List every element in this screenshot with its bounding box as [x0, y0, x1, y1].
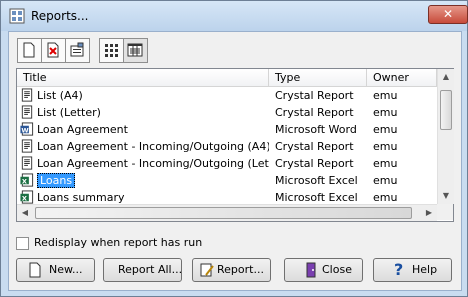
list-item[interactable]: List (A4) Crystal Report emu	[17, 87, 437, 104]
help-icon: ?	[394, 260, 404, 279]
scroll-left-arrow[interactable]: ◀	[17, 205, 33, 221]
crystal-report-icon	[21, 105, 33, 119]
report-all-button[interactable]: Report All...	[103, 258, 182, 282]
properties-toolbar-button[interactable]	[65, 38, 90, 63]
reports-list[interactable]: Title Type Owner List (A4) Crystal Report…	[16, 68, 454, 222]
large-icons-view-icon	[105, 44, 118, 57]
window-title: Reports...	[31, 9, 89, 23]
scroll-up-arrow[interactable]: ▲	[438, 69, 454, 85]
row-type: Crystal Report	[275, 89, 354, 102]
close-button[interactable]: Close	[284, 258, 363, 282]
large-icons-view-button[interactable]	[99, 38, 124, 63]
row-owner: emu	[373, 157, 398, 170]
delete-document-icon	[47, 42, 59, 58]
row-title: Loans	[37, 172, 269, 189]
horizontal-scroll-thumb[interactable]	[35, 207, 412, 219]
svg-text:X: X	[22, 177, 27, 185]
scroll-down-arrow[interactable]: ▼	[438, 188, 454, 204]
window-close-button[interactable]: ✕	[428, 5, 468, 24]
vertical-scrollbar[interactable]: ▲ ▼	[437, 69, 454, 204]
row-title: List (A4)	[37, 89, 83, 102]
word-document-icon: W	[20, 122, 34, 136]
new-button[interactable]: New...	[16, 258, 95, 282]
row-type: Crystal Report	[275, 157, 354, 170]
row-type: Microsoft Word	[275, 123, 357, 136]
row-type: Crystal Report	[275, 106, 354, 119]
row-title: Loan Agreement - Incoming/Outgoing (A4)	[37, 140, 269, 153]
new-report-toolbar-button[interactable]	[17, 38, 42, 63]
horizontal-scrollbar[interactable]: ◀ ▶	[17, 204, 437, 221]
close-button-label: Close	[322, 263, 352, 276]
row-title: Loan Agreement	[37, 123, 128, 136]
vertical-scroll-thumb[interactable]	[440, 90, 452, 130]
report-button[interactable]: Report...	[192, 258, 271, 282]
dialog-body: Title Type Owner List (A4) Crystal Report…	[8, 31, 462, 291]
row-owner: emu	[373, 140, 398, 153]
list-item[interactable]: List (Letter) Crystal Report emu	[17, 104, 437, 121]
scroll-right-arrow[interactable]: ▶	[421, 205, 437, 221]
row-type: Crystal Report	[275, 140, 354, 153]
delete-report-toolbar-button[interactable]	[41, 38, 66, 63]
row-owner: emu	[373, 174, 398, 187]
list-item[interactable]: W Loan Agreement Microsoft Word emu	[17, 121, 437, 138]
svg-text:X: X	[22, 194, 27, 202]
list-header: Title Type Owner	[17, 69, 437, 87]
excel-document-icon: X	[20, 190, 34, 204]
crystal-report-icon	[21, 139, 33, 153]
redisplay-checkbox[interactable]	[16, 237, 29, 250]
scroll-corner	[437, 204, 453, 220]
crystal-report-icon	[21, 156, 33, 170]
title-bar[interactable]: Reports... ✕	[1, 1, 468, 31]
door-exit-icon	[306, 262, 316, 278]
crystal-report-icon	[21, 88, 33, 102]
list-item[interactable]: Loan Agreement - Incoming/Outgoing (A4) C…	[17, 138, 437, 155]
new-document-icon	[29, 262, 41, 278]
report-edit-icon	[200, 263, 214, 277]
row-title: List (Letter)	[37, 106, 101, 119]
list-item[interactable]: X Loans Microsoft Excel emu	[17, 172, 437, 189]
details-view-icon	[127, 43, 143, 57]
column-header-title[interactable]: Title	[17, 69, 269, 86]
properties-icon	[70, 42, 84, 57]
row-owner: emu	[373, 106, 398, 119]
report-all-button-label: Report All...	[118, 263, 183, 276]
excel-document-icon: X	[20, 173, 34, 187]
svg-text:W: W	[21, 126, 29, 134]
row-title: Loan Agreement - Incoming/Outgoing (Lett…	[37, 157, 269, 170]
help-button-label: Help	[412, 263, 438, 276]
list-item[interactable]: Loan Agreement - Incoming/Outgoing (Lett…	[17, 155, 437, 172]
redisplay-label: Redisplay when report has run	[34, 236, 203, 249]
reports-app-icon	[9, 8, 25, 24]
help-button[interactable]: ? Help	[373, 258, 452, 282]
new-button-label: New...	[49, 263, 83, 276]
column-header-type[interactable]: Type	[269, 69, 367, 86]
reports-dialog: Reports... ✕ Title Type Owner List (A4) …	[0, 0, 468, 297]
column-header-owner[interactable]: Owner	[367, 69, 437, 86]
row-owner: emu	[373, 89, 398, 102]
details-view-button[interactable]	[123, 38, 148, 63]
row-owner: emu	[373, 123, 398, 136]
new-document-icon	[23, 42, 35, 58]
report-button-label: Report...	[217, 263, 264, 276]
close-icon: ✕	[442, 7, 454, 21]
row-type: Microsoft Excel	[275, 174, 358, 187]
